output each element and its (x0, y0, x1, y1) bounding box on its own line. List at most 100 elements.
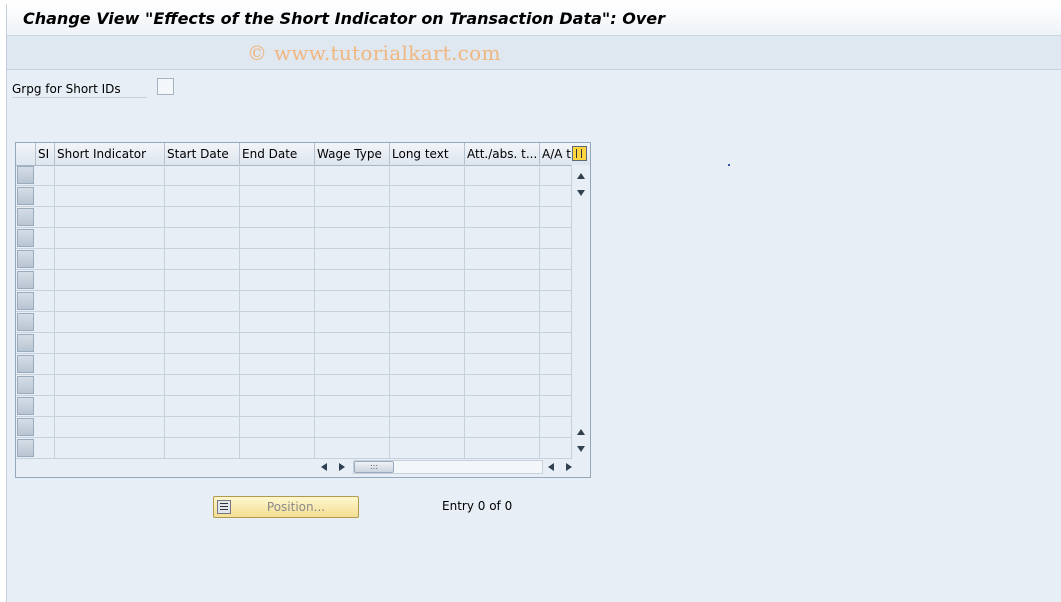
table-cell[interactable] (540, 333, 572, 353)
table-cell[interactable] (465, 438, 540, 458)
table-cell[interactable] (465, 228, 540, 248)
row-selector[interactable] (17, 355, 34, 373)
table-cell[interactable] (55, 396, 165, 416)
table-cell[interactable] (240, 396, 315, 416)
table-cell[interactable] (36, 165, 55, 185)
column-header-end-date[interactable]: End Date (240, 143, 315, 165)
column-header-start-date[interactable]: Start Date (165, 143, 240, 165)
table-row[interactable] (16, 396, 572, 417)
table-cell[interactable] (165, 375, 240, 395)
table-cell[interactable] (540, 249, 572, 269)
table-cell[interactable] (390, 186, 465, 206)
table-cell[interactable] (55, 312, 165, 332)
table-cell[interactable] (465, 186, 540, 206)
table-cell[interactable] (390, 249, 465, 269)
table-cell[interactable] (55, 333, 165, 353)
table-cell[interactable] (240, 228, 315, 248)
table-row[interactable] (16, 312, 572, 333)
scroll-right-icon[interactable] (339, 463, 345, 471)
table-row[interactable] (16, 333, 572, 354)
scroll-end-left-icon[interactable] (548, 463, 554, 471)
table-cell[interactable] (465, 207, 540, 227)
table-cell[interactable] (165, 207, 240, 227)
table-cell[interactable] (36, 396, 55, 416)
table-cell[interactable] (55, 207, 165, 227)
row-selector[interactable] (17, 229, 34, 247)
table-cell[interactable] (36, 270, 55, 290)
table-cell[interactable] (315, 333, 390, 353)
table-cell[interactable] (540, 354, 572, 374)
table-cell[interactable] (390, 396, 465, 416)
vertical-scrollbar[interactable] (572, 165, 590, 457)
row-selector[interactable] (17, 166, 34, 184)
row-selector[interactable] (17, 208, 34, 226)
table-cell[interactable] (55, 417, 165, 437)
table-cell[interactable] (540, 438, 572, 458)
table-cell[interactable] (240, 207, 315, 227)
table-row[interactable] (16, 207, 572, 228)
table-cell[interactable] (165, 396, 240, 416)
table-cell[interactable] (390, 207, 465, 227)
grpg-short-ids-checkbox[interactable] (157, 78, 174, 95)
column-header-att-abs-type[interactable]: Att./abs. t... (465, 143, 540, 165)
table-cell[interactable] (55, 228, 165, 248)
scroll-left-icon[interactable] (321, 463, 327, 471)
table-cell[interactable] (465, 312, 540, 332)
row-selector[interactable] (17, 250, 34, 268)
table-cell[interactable] (240, 291, 315, 311)
table-cell[interactable] (390, 354, 465, 374)
table-row[interactable] (16, 186, 572, 207)
table-cell[interactable] (165, 417, 240, 437)
table-cell[interactable] (240, 165, 315, 185)
table-cell[interactable] (36, 375, 55, 395)
table-cell[interactable] (315, 165, 390, 185)
table-cell[interactable] (36, 438, 55, 458)
scroll-end-right-icon[interactable] (566, 463, 572, 471)
row-selector[interactable] (17, 313, 34, 331)
table-cell[interactable] (390, 375, 465, 395)
table-cell[interactable] (540, 207, 572, 227)
table-cell[interactable] (36, 354, 55, 374)
table-cell[interactable] (540, 186, 572, 206)
table-row[interactable] (16, 165, 572, 186)
table-cell[interactable] (315, 375, 390, 395)
table-cell[interactable] (465, 417, 540, 437)
table-row[interactable] (16, 249, 572, 270)
table-cell[interactable] (165, 291, 240, 311)
table-cell[interactable] (465, 375, 540, 395)
scroll-page-down-icon[interactable] (577, 446, 585, 452)
table-row[interactable] (16, 354, 572, 375)
column-header-si[interactable]: SI (36, 143, 55, 165)
horizontal-scroll-thumb[interactable]: ::: (354, 461, 394, 473)
table-cell[interactable] (315, 417, 390, 437)
table-cell[interactable] (240, 186, 315, 206)
table-cell[interactable] (465, 249, 540, 269)
column-header-short-indicator[interactable]: Short Indicator (55, 143, 165, 165)
row-selector[interactable] (17, 292, 34, 310)
scroll-up-icon[interactable] (577, 173, 585, 179)
table-cell[interactable] (240, 333, 315, 353)
table-cell[interactable] (540, 270, 572, 290)
table-cell[interactable] (465, 333, 540, 353)
table-cell[interactable] (315, 228, 390, 248)
row-selector[interactable] (17, 397, 34, 415)
table-row[interactable] (16, 270, 572, 291)
table-cell[interactable] (390, 312, 465, 332)
table-cell[interactable] (165, 333, 240, 353)
table-cell[interactable] (390, 291, 465, 311)
column-header-aa-type[interactable]: A/A t (540, 143, 572, 165)
select-all-header[interactable] (16, 143, 36, 165)
table-cell[interactable] (165, 249, 240, 269)
row-selector[interactable] (17, 376, 34, 394)
table-cell[interactable] (36, 207, 55, 227)
table-cell[interactable] (240, 375, 315, 395)
table-cell[interactable] (315, 270, 390, 290)
table-cell[interactable] (165, 270, 240, 290)
table-cell[interactable] (540, 291, 572, 311)
table-row[interactable] (16, 228, 572, 249)
horizontal-scroll-track[interactable]: ::: (353, 460, 543, 474)
column-header-wage-type[interactable]: Wage Type (315, 143, 390, 165)
row-selector[interactable] (17, 418, 34, 436)
table-cell[interactable] (55, 186, 165, 206)
table-cell[interactable] (55, 270, 165, 290)
